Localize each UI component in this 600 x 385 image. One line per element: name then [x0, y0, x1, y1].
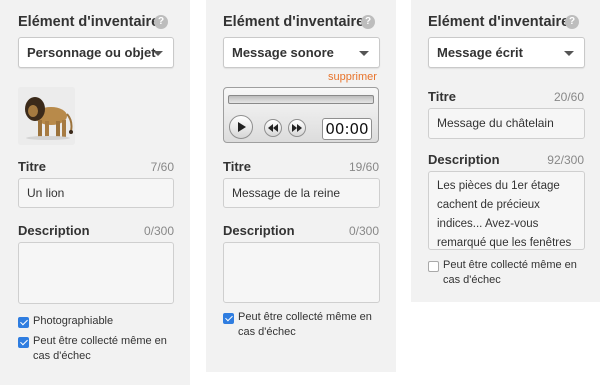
- title-input[interactable]: Message du châtelain: [428, 108, 585, 139]
- help-icon[interactable]: ?: [565, 15, 579, 29]
- collectable-on-failure-label: Peut être collecté même en cas d'échec: [33, 335, 167, 362]
- description-label: Description: [223, 223, 295, 238]
- chevron-down-icon: [359, 51, 369, 56]
- collectable-on-failure-label: Peut être collecté même en cas d'échec: [443, 259, 577, 286]
- title-input-value: Un lion: [27, 186, 65, 200]
- collectable-on-failure-checkbox[interactable]: [428, 261, 439, 272]
- help-icon[interactable]: ?: [361, 15, 375, 29]
- item-type-select[interactable]: Message écrit: [428, 37, 585, 68]
- audio-player: 00:00: [223, 87, 379, 143]
- lion-image[interactable]: [18, 87, 75, 145]
- title-input[interactable]: Un lion: [18, 178, 174, 208]
- title-char-count: 20/60: [553, 90, 584, 104]
- photographable-checkbox[interactable]: [18, 317, 29, 328]
- item-type-value: Message sonore: [232, 45, 334, 60]
- panel-heading: Elément d'inventaire: [223, 14, 365, 30]
- title-label: Titre: [223, 159, 251, 174]
- help-icon[interactable]: ?: [154, 15, 168, 29]
- title-char-count: 19/60: [348, 160, 379, 174]
- description-textarea[interactable]: [223, 242, 380, 303]
- play-button[interactable]: [229, 115, 253, 139]
- rewind-button[interactable]: [264, 119, 282, 137]
- panel-heading: Elément d'inventaire: [18, 14, 160, 30]
- panel-heading: Elément d'inventaire: [428, 14, 570, 30]
- inventory-item-panel-audio: Elément d'inventaire ? Message sonore su…: [206, 0, 396, 372]
- title-char-count: 7/60: [150, 160, 174, 174]
- description-char-count: 0/300: [348, 224, 379, 238]
- item-type-select[interactable]: Message sonore: [223, 37, 380, 68]
- description-char-count: 0/300: [143, 224, 174, 238]
- description-textarea[interactable]: [18, 242, 174, 304]
- playback-time: 00:00: [322, 118, 372, 140]
- title-input-value: Message du châtelain: [437, 116, 554, 130]
- item-type-value: Message écrit: [437, 45, 523, 60]
- title-label: Titre: [18, 159, 46, 174]
- description-label: Description: [18, 223, 90, 238]
- fast-forward-icon: [292, 124, 302, 132]
- item-type-value: Personnage ou objet: [27, 45, 156, 60]
- delete-audio-link[interactable]: supprimer: [328, 71, 377, 83]
- play-icon: [238, 122, 246, 132]
- title-label: Titre: [428, 89, 456, 104]
- lion-thumbnail-icon: [18, 87, 75, 145]
- chevron-down-icon: [153, 51, 163, 56]
- rewind-icon: [268, 124, 278, 132]
- description-value: Les pièces du 1er étage cachent de préci…: [437, 180, 572, 249]
- item-type-select[interactable]: Personnage ou objet: [18, 37, 174, 68]
- fast-forward-button[interactable]: [288, 119, 306, 137]
- description-textarea[interactable]: Les pièces du 1er étage cachent de préci…: [428, 171, 585, 250]
- inventory-item-panel-character: Elément d'inventaire ? Personnage ou obj…: [0, 0, 190, 385]
- collectable-on-failure-checkbox[interactable]: [18, 337, 29, 348]
- inventory-item-panel-written: Elément d'inventaire ? Message écrit Tit…: [411, 0, 600, 302]
- audio-progress-bar[interactable]: [228, 95, 374, 104]
- title-input[interactable]: Message de la reine: [223, 178, 380, 208]
- description-char-count: 92/300: [547, 153, 584, 167]
- description-label: Description: [428, 152, 500, 167]
- title-input-value: Message de la reine: [232, 186, 341, 200]
- photographable-label: Photographiable: [33, 315, 114, 327]
- collectable-on-failure-checkbox[interactable]: [223, 313, 234, 324]
- chevron-down-icon: [564, 51, 574, 56]
- collectable-on-failure-label: Peut être collecté même en cas d'échec: [238, 311, 372, 338]
